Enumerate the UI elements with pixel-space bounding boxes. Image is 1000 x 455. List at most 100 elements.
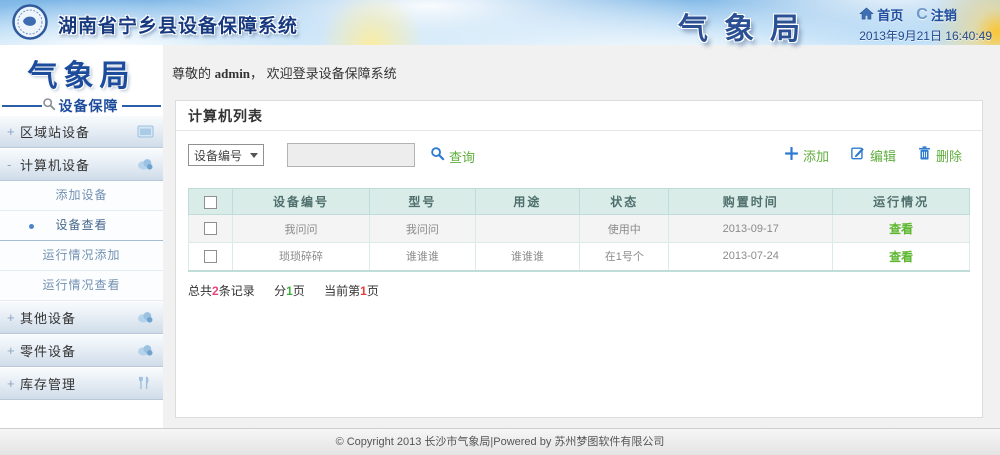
total-records: 总共2条记录: [188, 284, 255, 298]
total-count: 2: [212, 284, 219, 298]
col-run-status: 运行情况: [833, 189, 970, 215]
submenu-label: 添加设备: [55, 188, 107, 202]
footer: © Copyright 2013 长沙市气象局|Powered by 苏州梦图软…: [0, 428, 1000, 455]
sidebar-brand-subtitle: 设备保障: [59, 96, 119, 116]
welcome-message: 尊敬的 admin， 欢迎登录设备保障系统: [172, 63, 397, 82]
submenu-add-device[interactable]: 添加设备: [0, 181, 163, 211]
submenu-add-run-status[interactable]: 运行情况添加: [0, 241, 163, 271]
divider-line: [2, 105, 42, 107]
col-purchase-time: 购置时间: [669, 189, 833, 215]
filter-selected-value: 设备编号: [194, 147, 242, 164]
table-header-row: 设备编号 型号 用途 状态 购置时间 运行情况: [189, 189, 970, 215]
plus-icon: [785, 147, 798, 165]
cell-purchase-time: 2013-09-17: [669, 215, 833, 243]
sidebar-item-label: 其他设备: [20, 308, 76, 327]
bureau-name: 气象局: [678, 4, 816, 48]
copyright-text: © Copyright 2013 长沙市气象局|Powered by 苏州梦图软…: [336, 436, 665, 448]
search-icon: [430, 146, 445, 166]
sidebar-item-inventory-management[interactable]: + 库存管理: [0, 367, 163, 400]
search-label: 查询: [449, 147, 475, 166]
sidebar-item-label: 库存管理: [20, 374, 76, 393]
top-banner: 湖南省宁乡县设备保障系统 气象局 首页 C 注销 2013年9月21日 16:4…: [0, 0, 1000, 45]
col-model: 型号: [370, 189, 475, 215]
col-purpose: 用途: [475, 189, 580, 215]
edit-icon: [851, 146, 865, 165]
cloud-icon: [137, 157, 154, 172]
submenu-view-run-status[interactable]: 运行情况查看: [0, 271, 163, 301]
expand-toggle: +: [7, 310, 20, 325]
col-device-number: 设备编号: [232, 189, 369, 215]
view-run-status-link[interactable]: 查看: [889, 222, 913, 236]
edit-button[interactable]: 编辑: [851, 146, 896, 165]
view-run-status-link[interactable]: 查看: [889, 250, 913, 264]
sidebar-item-computer-equipment[interactable]: - 计算机设备: [0, 148, 163, 181]
filter-field-select[interactable]: 设备编号: [188, 144, 264, 166]
home-link[interactable]: 首页: [859, 5, 903, 24]
edit-label: 编辑: [870, 146, 896, 165]
table-row: 琐琐碎碎 谁谁谁 谁谁谁 在1号个 2013-07-24 查看: [189, 243, 970, 271]
sidebar-item-parts-equipment[interactable]: + 零件设备: [0, 334, 163, 367]
cloud-icon: [137, 343, 154, 358]
magnifier-icon: [42, 97, 56, 116]
page-count: 分1页: [274, 284, 305, 298]
expand-toggle: +: [7, 124, 20, 139]
trash-icon: [918, 146, 931, 165]
sidebar-item-label: 计算机设备: [20, 155, 90, 174]
computer-list-panel: 计算机列表 设备编号 查询 添加: [175, 100, 983, 418]
current-page: 当前第1页: [324, 284, 379, 298]
tools-icon: [137, 376, 154, 391]
sidebar-item-regional-station[interactable]: + 区域站设备: [0, 115, 163, 148]
cell-model: 我问问: [370, 215, 475, 243]
cell-purchase-time: 2013-07-24: [669, 243, 833, 271]
sidebar: 气象局 设备保障 + 区域站设备 - 计算机设备: [0, 45, 163, 428]
submenu-view-device[interactable]: 设备查看: [0, 211, 163, 241]
cell-model: 谁谁谁: [370, 243, 475, 271]
home-icon: [859, 7, 874, 23]
system-title: 湖南省宁乡县设备保障系统: [58, 11, 298, 38]
bureau-emblem-logo: [12, 4, 48, 40]
cell-status: 在1号个: [580, 243, 669, 271]
welcome-prefix: 尊敬的: [172, 66, 211, 81]
col-status: 状态: [580, 189, 669, 215]
search-button[interactable]: 查询: [430, 146, 475, 166]
submenu-label: 运行情况添加: [42, 248, 120, 262]
cell-purpose: [475, 215, 580, 243]
sidebar-item-label: 零件设备: [20, 341, 76, 360]
cell-status: 使用中: [580, 215, 669, 243]
expand-toggle: -: [7, 157, 20, 172]
pages-count: 1: [286, 284, 293, 298]
current-page-number: 1: [360, 284, 367, 298]
logout-link[interactable]: C 注销: [908, 5, 957, 24]
header-nav: 首页 C 注销 2013年9月21日 16:40:49: [859, 5, 992, 44]
cell-device-number: 我问问: [232, 215, 369, 243]
sidebar-item-label: 区域站设备: [20, 122, 90, 141]
delete-button[interactable]: 删除: [918, 146, 962, 165]
search-input[interactable]: [287, 143, 415, 167]
submenu-label: 运行情况查看: [42, 278, 120, 292]
welcome-suffix: ， 欢迎登录设备保障系统: [250, 66, 397, 81]
chevron-down-icon: [250, 153, 258, 158]
header-datetime: 2013年9月21日 16:40:49: [859, 27, 992, 44]
row-checkbox[interactable]: [204, 250, 217, 263]
submenu-label: 设备查看: [55, 218, 107, 232]
expand-toggle: +: [7, 343, 20, 358]
pagination: 总共2条记录 分1页 当前第1页: [188, 282, 970, 299]
sidebar-item-other-equipment[interactable]: + 其他设备: [0, 301, 163, 334]
sidebar-brand: 气象局 设备保障: [0, 45, 163, 115]
select-all-checkbox[interactable]: [204, 196, 217, 209]
toolbar: 设备编号 查询 添加: [188, 140, 970, 172]
add-button[interactable]: 添加: [785, 146, 829, 165]
cell-device-number: 琐琐碎碎: [232, 243, 369, 271]
sidebar-brand-subtitle-row: 设备保障: [0, 96, 163, 116]
delete-label: 删除: [936, 146, 962, 165]
sidebar-brand-title: 气象局: [0, 51, 163, 95]
add-label: 添加: [803, 146, 829, 165]
divider-line: [122, 105, 162, 107]
window-icon: [137, 124, 154, 139]
selected-dot: [29, 224, 34, 229]
welcome-username: admin: [215, 66, 250, 81]
cloud-icon: [137, 310, 154, 325]
row-checkbox[interactable]: [204, 222, 217, 235]
expand-toggle: +: [7, 376, 20, 391]
logout-label: 注销: [931, 5, 957, 24]
